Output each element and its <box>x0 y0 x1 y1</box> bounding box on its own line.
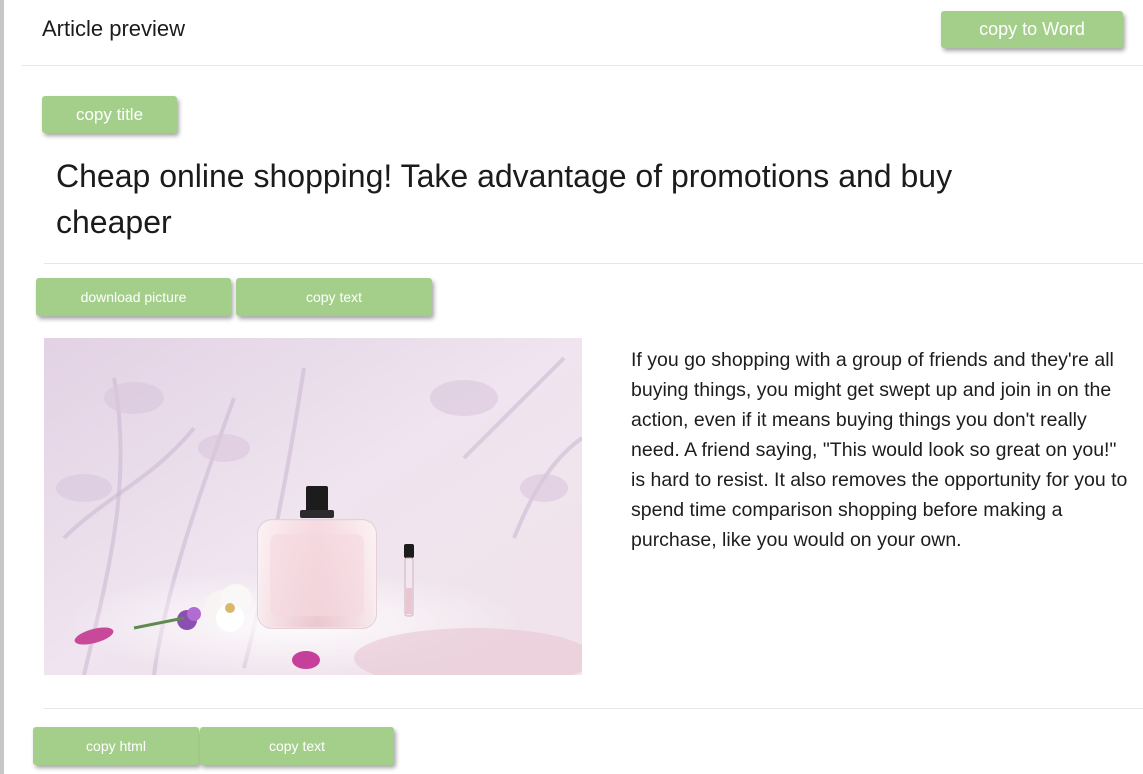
title-divider <box>44 263 1143 264</box>
copy-to-word-button[interactable]: copy to Word <box>941 11 1123 48</box>
article-body: If you go shopping with a group of frien… <box>631 349 1128 551</box>
perfume-bottle-photo-icon <box>44 338 582 675</box>
copy-text-button[interactable]: copy text <box>236 278 432 316</box>
article-title: Cheap online shopping! Take advantage of… <box>56 158 953 240</box>
copy-title-button[interactable]: copy title <box>42 96 177 133</box>
panel-title: Article preview <box>42 16 186 41</box>
copy-html-button[interactable]: copy html <box>33 727 199 765</box>
copy-text-footer-button[interactable]: copy text <box>200 727 394 765</box>
header-divider <box>22 65 1143 66</box>
article-preview-panel: Article preview copy to Word copy title … <box>0 0 1143 774</box>
download-picture-button[interactable]: download picture <box>36 278 231 316</box>
content-divider <box>44 708 1143 709</box>
article-image <box>44 338 582 675</box>
